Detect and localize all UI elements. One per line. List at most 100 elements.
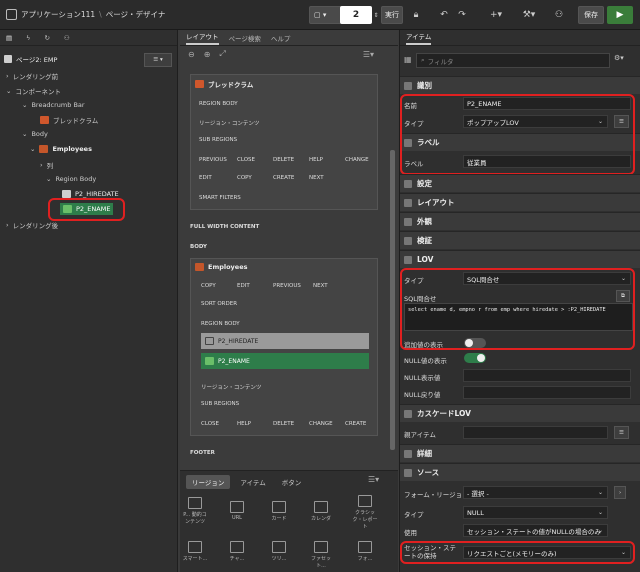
- btn-create-2[interactable]: CREATE: [345, 421, 366, 427]
- mid-tabbar: レイアウト ページ検索 ヘルプ: [180, 30, 398, 46]
- section-detail[interactable]: 詳細: [400, 444, 640, 462]
- page-number-field[interactable]: 2: [340, 6, 372, 24]
- tree-employees[interactable]: ⌄ Employees: [30, 145, 92, 153]
- tree-breadcrumb-bar[interactable]: ⌄ Breadcrumb Bar: [22, 101, 85, 109]
- save-button[interactable]: 保存: [578, 6, 604, 24]
- tree-menu-button[interactable]: ☰ ▾: [144, 53, 172, 67]
- breadcrumb-region[interactable]: ブレッドクラム REGION BODY リージョン・コンテンツ SUB REGI…: [190, 74, 378, 210]
- section-validation[interactable]: 検証: [400, 231, 640, 249]
- tab-help[interactable]: ヘルプ: [271, 33, 291, 43]
- gallery-chart[interactable]: チャ...: [224, 541, 250, 562]
- zoom-out-icon[interactable]: ⊖: [188, 50, 195, 59]
- gallery-tab-items[interactable]: アイテム: [234, 475, 271, 489]
- btn-close[interactable]: CLOSE: [237, 157, 255, 163]
- tree-region-body[interactable]: ⌄ Region Body: [46, 175, 96, 183]
- gallery-url[interactable]: URL: [224, 501, 250, 521]
- btn-close-2[interactable]: CLOSE: [201, 421, 219, 427]
- layout-item-ename[interactable]: P2_ENAME: [201, 353, 369, 369]
- gallery-tree[interactable]: ツリ...: [266, 541, 292, 562]
- layout-menu-button[interactable]: ☰▾: [363, 50, 374, 59]
- btn-edit[interactable]: EDIT: [199, 175, 212, 181]
- gallery-faceted-search[interactable]: ファセット...: [308, 541, 334, 569]
- btn-next-2[interactable]: NEXT: [313, 283, 328, 289]
- form-region-go-button[interactable]: ›: [614, 486, 627, 499]
- used-select[interactable]: セッション・ステートの値がNULLの場合のみ ⌄: [463, 524, 608, 537]
- gallery-tab-buttons[interactable]: ボタン: [276, 475, 308, 489]
- tree-breadcrumb[interactable]: ブレッドクラム: [40, 115, 98, 125]
- btn-change[interactable]: CHANGE: [345, 157, 369, 163]
- tree-post-rendering[interactable]: › レンダリング後: [6, 220, 58, 230]
- section-appearance[interactable]: 外観: [400, 212, 640, 230]
- null-display-value-field[interactable]: [463, 369, 631, 382]
- apex-home-icon[interactable]: [6, 9, 17, 20]
- btn-copy[interactable]: COPY: [237, 175, 252, 181]
- full-width-label: FULL WIDTH CONTENT: [190, 224, 260, 230]
- processing-tab-icon[interactable]: ↻: [44, 34, 49, 42]
- null-return-field[interactable]: [463, 386, 631, 399]
- parent-item-list-button[interactable]: ☰: [614, 426, 629, 439]
- redo-icon[interactable]: ↷: [455, 6, 469, 24]
- layout-item-hiredate[interactable]: P2_HIREDATE: [201, 333, 369, 349]
- parent-item-field[interactable]: [463, 426, 608, 439]
- tab-page-search[interactable]: ページ検索: [229, 33, 261, 43]
- utilities-icon[interactable]: ⚒▾: [520, 6, 538, 24]
- grid-icon[interactable]: ▦: [404, 55, 412, 64]
- null-display-toggle[interactable]: [464, 353, 486, 363]
- tree-page-root[interactable]: ページ2: EMP: [4, 54, 57, 64]
- tree-columns[interactable]: › 列: [40, 160, 53, 170]
- btn-edit-2[interactable]: EDIT: [237, 283, 250, 289]
- filter-input[interactable]: ⌕ フィルタ: [416, 53, 610, 68]
- tab-layout[interactable]: レイアウト: [186, 31, 219, 45]
- gallery-cards[interactable]: カード: [266, 501, 292, 522]
- tree-p2-hiredate[interactable]: P2_HIREDATE: [62, 190, 119, 198]
- add-icon[interactable]: +▾: [487, 6, 505, 24]
- section-layout[interactable]: レイアウト: [400, 193, 640, 211]
- mid-scrollbar[interactable]: [390, 150, 395, 450]
- section-source[interactable]: ソース: [400, 463, 640, 481]
- rendering-tab-icon[interactable]: ▤: [6, 34, 12, 42]
- btn-copy-2[interactable]: COPY: [201, 283, 216, 289]
- form-region-select[interactable]: - 選択 - ⌄: [463, 486, 608, 499]
- section-cascade[interactable]: カスケードLOV: [400, 404, 640, 422]
- btn-next[interactable]: NEXT: [309, 175, 324, 181]
- btn-change-2[interactable]: CHANGE: [309, 421, 333, 427]
- run-button[interactable]: 実行: [381, 6, 403, 24]
- btn-previous-2[interactable]: PREVIOUS: [273, 283, 301, 289]
- lock-icon[interactable]: 🔒︎: [408, 6, 424, 24]
- btn-prev[interactable]: PREVIOUS: [199, 157, 227, 163]
- section-lov[interactable]: LOV: [400, 250, 640, 268]
- tree-components[interactable]: ⌄ コンポーネント: [6, 86, 61, 96]
- tab-item[interactable]: アイテム: [406, 31, 432, 45]
- gallery-form[interactable]: フォ...: [352, 541, 378, 562]
- btn-help[interactable]: HELP: [309, 157, 323, 163]
- gallery-classic-report[interactable]: クラシック・レポート: [352, 495, 378, 530]
- gallery-tab-regions[interactable]: リージョン: [186, 475, 231, 489]
- zoom-in-icon[interactable]: ⊕: [204, 50, 211, 59]
- settings-menu[interactable]: ⚙▾: [614, 54, 624, 62]
- shared-components-tab-icon[interactable]: ⚇: [64, 34, 70, 42]
- collapse-icon: [404, 409, 412, 418]
- right-tabbar: アイテム: [400, 30, 640, 46]
- employees-region[interactable]: Employees COPY EDIT PREVIOUS NEXT SORT O…: [190, 258, 378, 436]
- dynamic-actions-tab-icon[interactable]: ϟ: [26, 34, 30, 42]
- tree-body[interactable]: ⌄ Body: [22, 130, 48, 138]
- btn-create[interactable]: CREATE: [273, 175, 294, 181]
- page-arrows[interactable]: ⇕: [372, 6, 380, 24]
- gallery-menu-button[interactable]: ☰▾: [368, 475, 379, 484]
- btn-delete-2[interactable]: DELETE: [273, 421, 294, 427]
- source-type-select[interactable]: NULL ⌄: [463, 506, 608, 519]
- shared-components-icon[interactable]: ⚇: [552, 6, 566, 24]
- expand-icon[interactable]: ⤢: [219, 49, 225, 59]
- section-identity[interactable]: 識別: [400, 76, 640, 94]
- tree-pre-rendering[interactable]: › レンダリング前: [6, 71, 58, 81]
- section-settings[interactable]: 設定: [400, 174, 640, 192]
- btn-help-2[interactable]: HELP: [237, 421, 251, 427]
- btn-delete[interactable]: DELETE: [273, 157, 294, 163]
- top-toolbar: アプリケーション111 \ ページ・デザイナ ▢ ▾ 2 ⇕ 実行 🔒︎ ↶ ↷…: [0, 0, 640, 30]
- gallery-dynamic-content[interactable]: P... 動的コンテンツ: [182, 497, 208, 525]
- undo-icon[interactable]: ↶: [437, 6, 451, 24]
- run-page-button[interactable]: ▶: [607, 6, 633, 24]
- gallery-smart-filters[interactable]: スマート...: [182, 541, 208, 562]
- app-link[interactable]: アプリケーション111: [21, 9, 95, 20]
- gallery-calendar[interactable]: カレンダ: [308, 501, 334, 522]
